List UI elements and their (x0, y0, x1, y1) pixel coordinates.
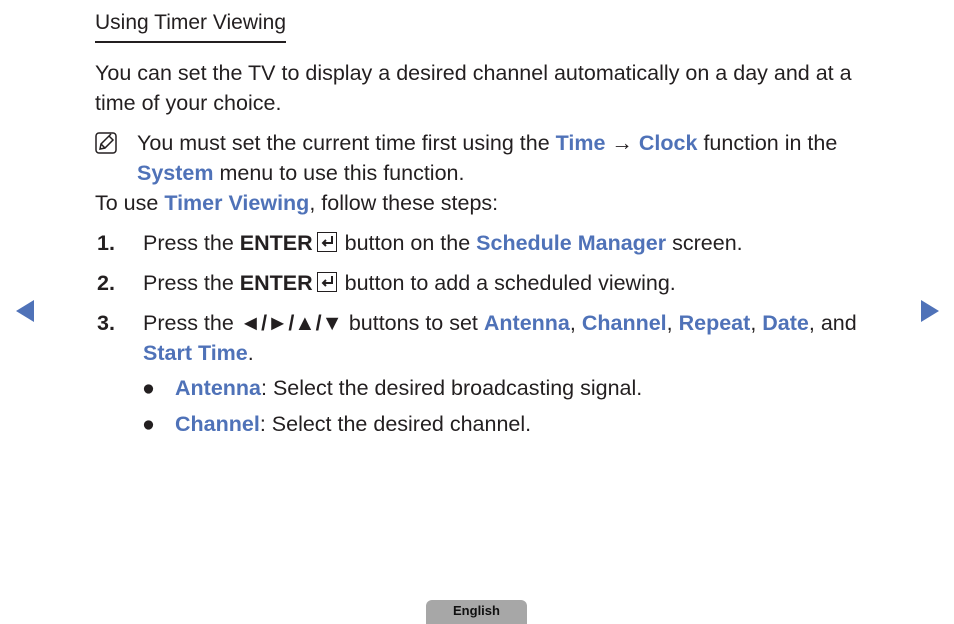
note-block: You must set the current time first usin… (95, 128, 895, 188)
step-3: 3. Press the ◄/►/▲/▼ buttons to set Ante… (97, 308, 907, 368)
enter-label: ENTER (239, 271, 313, 295)
previous-page-arrow-icon[interactable] (16, 300, 34, 322)
step-text: screen. (666, 231, 743, 255)
step-text: button on the (338, 231, 477, 255)
keyword-schedule-manager: Schedule Manager (476, 231, 667, 255)
keyword-channel: Channel (581, 311, 667, 335)
comma: , (666, 311, 679, 335)
next-page-arrow-icon[interactable] (921, 300, 939, 322)
note-text: You must set the current time first usin… (137, 131, 556, 155)
period: . (247, 341, 254, 365)
keyword-repeat: Repeat (678, 311, 751, 335)
bullet-text: : Select the desired channel. (259, 412, 532, 436)
step-number: 2. (97, 271, 115, 295)
keyword-system: System (137, 161, 214, 185)
enter-label: ENTER (239, 231, 313, 255)
conjunction: , and (808, 311, 857, 335)
keyword-antenna: Antenna (175, 376, 261, 400)
section-title: Using Timer Viewing (95, 10, 287, 43)
step-number: 3. (97, 311, 115, 335)
keyword-date: Date (762, 311, 809, 335)
step-text: Press the (143, 231, 240, 255)
enter-icon (316, 272, 337, 292)
comma: , (569, 311, 582, 335)
keyword-clock: Clock (638, 131, 698, 155)
lead-paragraph: To use Timer Viewing, follow these steps… (95, 188, 498, 218)
step-text: Press the (143, 311, 240, 335)
language-tab[interactable]: English (426, 600, 527, 624)
step-text: button to add a scheduled viewing. (338, 271, 676, 295)
bullet-antenna: ● Antenna: Select the desired broadcasti… (142, 373, 642, 403)
keyword-antenna: Antenna (483, 311, 570, 335)
bullet-channel: ● Channel: Select the desired channel. (142, 409, 531, 439)
keyword-channel: Channel (175, 412, 260, 436)
bullet-icon: ● (142, 376, 155, 400)
note-text: menu to use this function. (213, 161, 465, 185)
lead-text: , follow these steps: (309, 191, 499, 215)
step-2: 2. Press the ENTER button to add a sched… (97, 268, 907, 298)
bullet-icon: ● (142, 412, 155, 436)
note-text: function in the (697, 131, 838, 155)
arrow: → (605, 131, 639, 155)
step-number: 1. (97, 231, 115, 255)
step-1: 1. Press the ENTER button on the Schedul… (97, 228, 907, 258)
step-text: Press the (143, 271, 240, 295)
enter-icon (316, 232, 337, 252)
keyword-time: Time (555, 131, 606, 155)
comma: , (750, 311, 763, 335)
intro-paragraph: You can set the TV to display a desired … (95, 61, 852, 115)
step-text: buttons to set (342, 311, 484, 335)
keyword-start-time: Start Time (143, 341, 248, 365)
lead-text: To use (95, 191, 165, 215)
keyword-timer-viewing: Timer Viewing (164, 191, 310, 215)
note-icon (95, 132, 117, 154)
bullet-text: : Select the desired broadcasting signal… (261, 376, 643, 400)
direction-buttons: ◄/►/▲/▼ (239, 311, 343, 335)
